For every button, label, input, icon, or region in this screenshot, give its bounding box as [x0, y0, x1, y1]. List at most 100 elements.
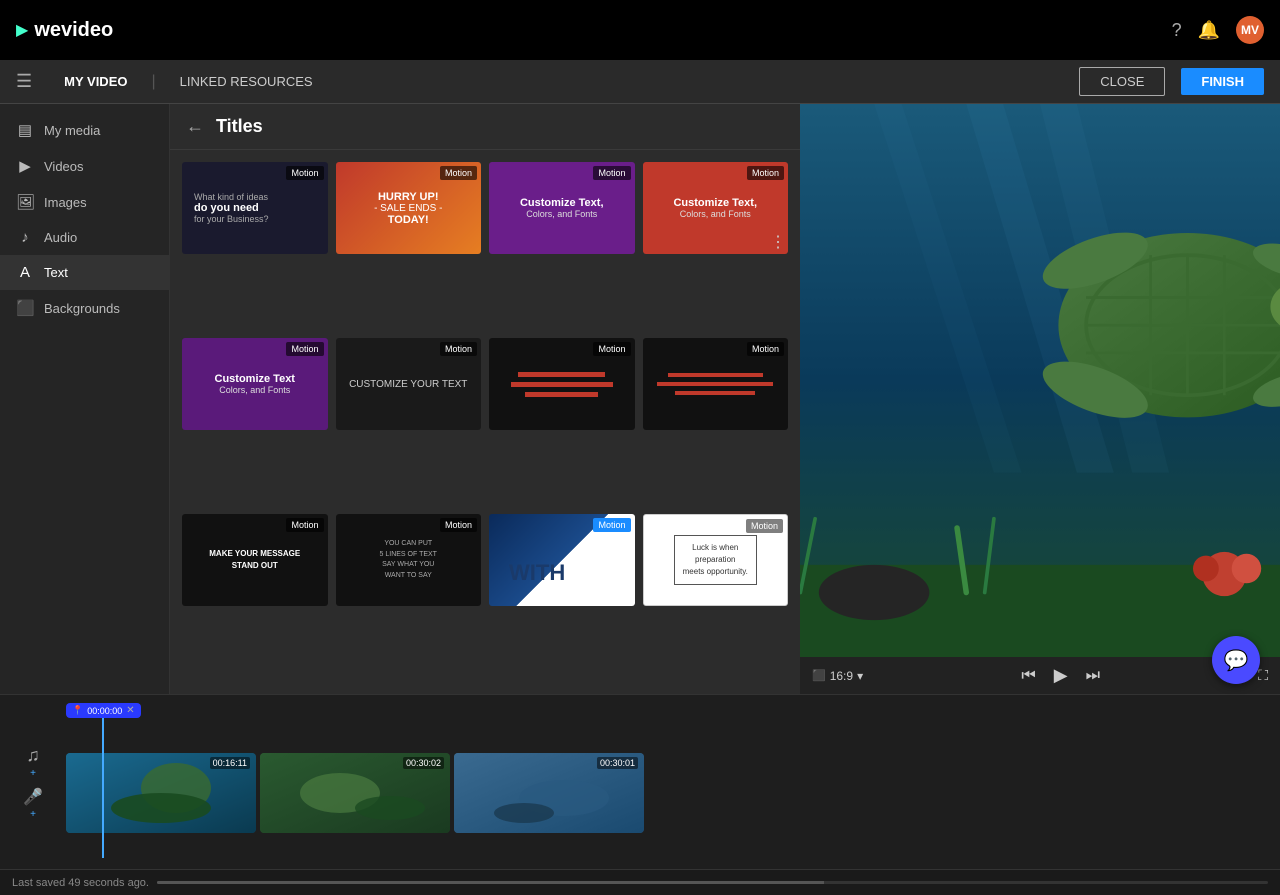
motion-badge-9: Motion	[286, 518, 323, 532]
videos-icon: ▶	[16, 157, 34, 175]
top-bar-left: ▶ wevideo	[16, 19, 113, 42]
nav-divider: |	[151, 73, 155, 91]
sidebar-item-label-images: Images	[44, 195, 87, 210]
images-icon: 🖼	[16, 193, 34, 211]
motion-badge-2: Motion	[440, 166, 477, 180]
card7-bar1	[518, 372, 605, 377]
backgrounds-icon: ⬛	[16, 299, 34, 317]
chat-bubble-button[interactable]: 💬	[1212, 636, 1260, 684]
ratio-label: 16:9	[830, 669, 853, 683]
sidebar-item-backgrounds[interactable]: ⬛ Backgrounds	[0, 290, 169, 326]
bell-icon[interactable]: 🔔	[1198, 20, 1220, 41]
card10-text: YOU CAN PUT5 LINES OF TEXTSAY WHAT YOUWA…	[380, 539, 437, 581]
title-card-11[interactable]: Motion WITH	[489, 514, 635, 606]
back-button[interactable]: ←	[186, 116, 204, 137]
finish-button[interactable]: FINISH	[1181, 68, 1264, 95]
ratio-button[interactable]: ⬛ 16:9 ▾	[812, 669, 863, 683]
add-mic-button[interactable]: 🎤 +	[23, 787, 43, 820]
title-card-9[interactable]: Motion MAKE YOUR MESSAGESTAND OUT	[182, 514, 328, 606]
motion-badge-11: Motion	[593, 518, 630, 532]
ratio-chevron: ▾	[857, 669, 863, 683]
motion-badge-6: Motion	[440, 342, 477, 356]
card5-line2: Colors, and Fonts	[219, 385, 290, 395]
sidebar-item-videos[interactable]: ▶ Videos	[0, 148, 169, 184]
motion-badge-8: Motion	[747, 342, 784, 356]
title-card-6[interactable]: Motion CUSTOMIZE YOUR TEXT	[336, 338, 482, 430]
turtle-background	[800, 104, 1280, 657]
ratio-icon: ⬛	[812, 669, 826, 682]
sidebar-item-label-my-media: My media	[44, 123, 100, 138]
sidebar-item-label-text: Text	[44, 265, 68, 280]
nav-my-video[interactable]: MY VIDEO	[56, 70, 135, 93]
clip3-duration: 00:30:01	[597, 757, 638, 769]
card12-text: Luck is whenpreparationmeets opportunity…	[683, 542, 748, 578]
title-card-2[interactable]: Motion HURRY UP! - SALE ENDS - TODAY!	[336, 162, 482, 254]
card7-bar2	[511, 382, 613, 387]
preview-controls: ⬛ 16:9 ▾ ⏮ ▶ ⏭ ⛶	[800, 657, 1280, 694]
card1-line1: What kind of ideas	[194, 192, 316, 202]
sidebar-item-audio[interactable]: ♪ Audio	[0, 220, 169, 255]
music-icon: ♫	[26, 745, 40, 766]
card2-line2: - SALE ENDS -	[374, 203, 442, 214]
title-card-3[interactable]: Motion Customize Text, Colors, and Fonts	[489, 162, 635, 254]
sidebar-item-images[interactable]: 🖼 Images	[0, 184, 169, 220]
top-bar: ▶ wevideo ? 🔔 MV	[0, 0, 1280, 60]
motion-badge-12: Motion	[746, 519, 783, 533]
timeline-left: ♫ + 🎤 +	[8, 703, 58, 861]
my-media-icon: ▤	[16, 121, 34, 139]
sidebar-item-my-media[interactable]: ▤ My media	[0, 112, 169, 148]
card6-text: CUSTOMIZE YOUR TEXT	[349, 379, 467, 390]
card8-bar2	[657, 382, 773, 386]
sidebar-item-label-backgrounds: Backgrounds	[44, 301, 120, 316]
title-card-4[interactable]: Motion Customize Text, Colors, and Fonts…	[643, 162, 789, 254]
video-clip-2[interactable]: 00:30:02	[260, 753, 450, 833]
sidebar: ▤ My media ▶ Videos 🖼 Images ♪ Audio A T…	[0, 104, 170, 694]
mic-icon: 🎤	[23, 787, 43, 807]
more-options-icon[interactable]: ⋮	[770, 232, 786, 252]
help-icon[interactable]: ?	[1172, 20, 1182, 41]
close-button[interactable]: CLOSE	[1079, 67, 1165, 96]
card9-text: MAKE YOUR MESSAGESTAND OUT	[209, 548, 300, 572]
content-panel: ← Titles Motion What kind of ideas do yo…	[170, 104, 800, 694]
motion-badge-3: Motion	[593, 166, 630, 180]
title-card-12[interactable]: Motion Luck is whenpreparationmeets oppo…	[643, 514, 789, 606]
chat-icon: 💬	[1224, 648, 1249, 673]
motion-badge-10: Motion	[440, 518, 477, 532]
forward-button[interactable]: ⏭	[1082, 665, 1104, 687]
title-card-5[interactable]: Motion Customize Text Colors, and Fonts	[182, 338, 328, 430]
cursor-head: 📍 00:00:00 ✕	[66, 703, 141, 718]
hamburger-icon[interactable]: ☰	[16, 71, 32, 92]
add-mic-plus: +	[30, 809, 36, 820]
card1-line3: for your Business?	[194, 214, 316, 224]
fullscreen-button[interactable]: ⛶	[1258, 667, 1268, 684]
logo: ▶ wevideo	[16, 19, 113, 42]
title-card-10[interactable]: Motion YOU CAN PUT5 LINES OF TEXTSAY WHA…	[336, 514, 482, 606]
cursor-close-icon[interactable]: ✕	[126, 705, 134, 716]
nav-linked-resources[interactable]: LINKED RESOURCES	[172, 70, 321, 93]
panel-header: ← Titles	[170, 104, 800, 150]
card1-line2: do you need	[194, 202, 316, 214]
card2-line1: HURRY UP!	[378, 191, 439, 203]
title-card-1[interactable]: Motion What kind of ideas do you need fo…	[182, 162, 328, 254]
title-card-8[interactable]: Motion	[643, 338, 789, 430]
sidebar-item-text[interactable]: A Text	[0, 255, 169, 290]
title-card-7[interactable]: Motion	[489, 338, 635, 430]
play-button[interactable]: ▶	[1050, 663, 1072, 688]
sidebar-item-label-audio: Audio	[44, 230, 77, 245]
card3-line1: Customize Text,	[520, 197, 604, 209]
underwater-scene	[800, 104, 1280, 657]
add-music-button[interactable]: ♫ +	[26, 745, 40, 779]
status-text: Last saved 49 seconds ago.	[12, 877, 149, 889]
avatar[interactable]: MV	[1236, 16, 1264, 44]
video-track: 00:16:11 00:30:02	[66, 753, 1272, 833]
card4-line1: Customize Text,	[673, 197, 757, 209]
card11-text: WITH	[509, 560, 565, 586]
rewind-button[interactable]: ⏮	[1017, 665, 1039, 687]
video-clip-3[interactable]: 00:30:01	[454, 753, 644, 833]
panel-title: Titles	[216, 116, 263, 137]
nav-bar: ☰ MY VIDEO | LINKED RESOURCES CLOSE FINI…	[0, 60, 1280, 104]
progress-bar	[157, 881, 1268, 884]
timeline-cursor: 📍 00:00:00 ✕	[66, 703, 141, 858]
logo-text: wevideo	[34, 19, 113, 42]
preview-panel: ⬛ 16:9 ▾ ⏮ ▶ ⏭ ⛶	[800, 104, 1280, 694]
